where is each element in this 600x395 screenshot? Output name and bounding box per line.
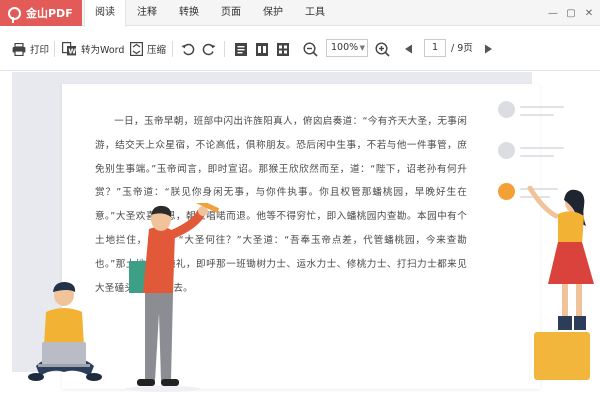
double-page-icon [256,42,268,56]
next-page-icon [485,44,492,54]
list-bullet-icon [498,101,515,118]
minimize-icon[interactable]: — [548,8,558,19]
woman-on-box-illustration [527,186,594,380]
print-button[interactable]: 打印 [12,27,49,71]
sitting-person-illustration [28,282,102,381]
list-line [520,114,554,116]
double-page-button[interactable] [256,27,268,71]
continuous-page-button[interactable] [277,27,289,71]
zoom-value: 100% [331,42,359,53]
list-line [520,155,554,157]
app-window: 金山PDF 阅读 注释 转换 页面 保护 工具 — ▢ ✕ 打印 W 转为Wor… [0,0,600,395]
print-label: 打印 [30,45,50,56]
toolbar-divider [54,41,55,57]
toolbar-divider [224,41,225,57]
tab-convert[interactable]: 转换 [168,0,210,26]
compress-label: 压缩 [147,45,167,56]
page-total: / 9页 [451,43,473,54]
page-number-input[interactable]: 1 [424,39,446,57]
prev-page-icon [405,44,412,54]
zoom-in-icon [375,41,390,57]
tab-protect[interactable]: 保护 [252,0,294,26]
zoom-out-icon [303,41,318,57]
zoom-out-button[interactable] [303,27,318,71]
rotate-left-button[interactable] [181,27,195,71]
rotate-right-icon [202,43,216,56]
toolbar: 打印 W 转为Word 压缩 100% ▼ 1 / 9页 [0,27,600,71]
svg-text:W: W [68,47,76,55]
list-line [520,147,564,149]
standing-person-illustration [125,203,220,392]
rotate-left-icon [181,43,195,56]
compress-button[interactable]: 压缩 [130,27,166,71]
list-line [520,106,564,108]
chevron-down-icon: ▼ [359,44,365,52]
next-page-button[interactable] [484,27,493,71]
window-controls: — ▢ ✕ [548,0,594,26]
rotate-right-button[interactable] [202,27,216,71]
tab-tools[interactable]: 工具 [294,0,336,26]
zoom-in-button[interactable] [375,27,390,71]
tab-page[interactable]: 页面 [210,0,252,26]
list-bullet-icon [498,142,515,159]
zoom-select[interactable]: 100% ▼ [326,39,368,57]
tab-read[interactable]: 阅读 [84,0,126,27]
app-logo[interactable]: 金山PDF [0,0,82,26]
title-bar: 金山PDF 阅读 注释 转换 页面 保护 工具 — ▢ ✕ [0,0,600,27]
logo-icon [8,6,21,23]
restore-icon[interactable]: ▢ [566,8,576,19]
single-page-icon [235,42,247,56]
prev-page-button[interactable] [404,27,413,71]
to-word-icon: W [62,42,76,56]
to-word-button[interactable]: W 转为Word [62,27,124,71]
toolbar-divider [172,41,173,57]
tab-annotate[interactable]: 注释 [126,0,168,26]
close-icon[interactable]: ✕ [584,8,594,19]
list-bullet-active-icon [498,183,515,200]
printer-icon [12,42,26,56]
main-menu: 阅读 注释 转换 页面 保护 工具 [84,0,336,27]
single-page-button[interactable] [235,27,247,71]
app-name: 金山PDF [26,7,73,20]
continuous-page-icon [277,42,289,56]
compress-icon [130,42,143,56]
to-word-label: 转为Word [81,45,125,56]
